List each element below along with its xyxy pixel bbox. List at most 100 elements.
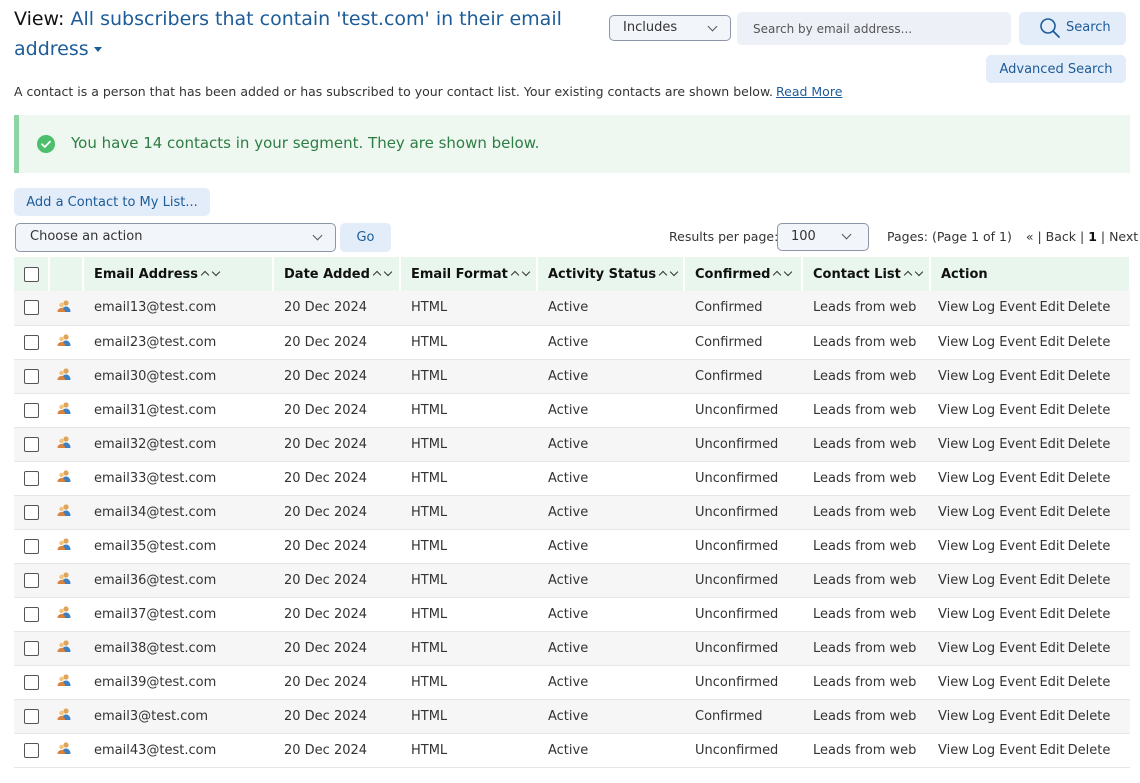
results-per-page-value[interactable]: 100 <box>791 229 816 244</box>
column-header-email-format[interactable]: Email Format <box>400 257 538 291</box>
column-header-confirmed[interactable]: Confirmed <box>684 257 803 291</box>
row-action-edit-link[interactable]: Edit <box>1039 539 1064 554</box>
row-checkbox[interactable] <box>24 504 39 520</box>
row-action-delete-link[interactable]: Delete <box>1068 675 1111 690</box>
column-label[interactable]: Activity Status <box>548 267 656 282</box>
column-header-email[interactable]: Email Address <box>83 257 274 291</box>
row-checkbox[interactable] <box>24 538 39 554</box>
segment-selector[interactable]: All subscribers that contain 'test.com' … <box>14 8 562 60</box>
row-checkbox[interactable] <box>24 640 39 656</box>
row-action-edit-link[interactable]: Edit <box>1039 505 1064 520</box>
add-contact-button[interactable]: Add a Contact to My List... <box>14 188 210 216</box>
chevron-down-icon[interactable] <box>312 230 323 241</box>
column-header-activity-status[interactable]: Activity Status <box>537 257 685 291</box>
row-action-edit-link[interactable]: Edit <box>1039 369 1064 384</box>
row-checkbox[interactable] <box>24 436 39 452</box>
row-action-view-link[interactable]: View <box>938 369 969 384</box>
caret-down-icon[interactable] <box>93 47 102 52</box>
row-action-edit-link[interactable]: Edit <box>1039 641 1064 656</box>
row-action-view-link[interactable]: View <box>938 505 969 520</box>
column-label[interactable]: Date Added <box>284 267 370 282</box>
next-page-link[interactable]: Next <box>1109 229 1138 244</box>
row-action-view-link[interactable]: View <box>938 335 969 350</box>
sort-arrows-icon[interactable] <box>658 266 682 281</box>
row-action-log-event-link[interactable]: Log Event <box>972 505 1037 520</box>
search-button-label[interactable]: Search <box>1066 20 1111 35</box>
row-checkbox[interactable] <box>24 742 39 758</box>
search-icon[interactable] <box>1039 17 1061 39</box>
row-action-log-event-link[interactable]: Log Event <box>972 335 1037 350</box>
row-action-view-link[interactable]: View <box>938 675 969 690</box>
row-action-delete-link[interactable]: Delete <box>1068 300 1111 315</box>
row-action-view-link[interactable]: View <box>938 743 969 758</box>
row-action-edit-link[interactable]: Edit <box>1039 675 1064 690</box>
sort-arrows-icon[interactable] <box>200 266 224 281</box>
row-checkbox[interactable] <box>24 708 39 724</box>
row-checkbox[interactable] <box>24 470 39 486</box>
bulk-action-select[interactable]: Choose an action <box>15 223 336 252</box>
row-checkbox[interactable] <box>24 606 39 622</box>
results-per-page-select[interactable]: 100 <box>777 223 869 251</box>
row-action-delete-link[interactable]: Delete <box>1068 539 1111 554</box>
row-checkbox[interactable] <box>24 402 39 418</box>
row-action-delete-link[interactable]: Delete <box>1068 607 1111 622</box>
go-button[interactable]: Go <box>340 223 391 252</box>
first-page-link[interactable]: « <box>1026 229 1034 244</box>
column-label[interactable]: Confirmed <box>695 267 770 282</box>
row-action-edit-link[interactable]: Edit <box>1039 300 1064 315</box>
row-checkbox[interactable] <box>24 674 39 690</box>
row-checkbox[interactable] <box>24 300 39 316</box>
row-action-edit-link[interactable]: Edit <box>1039 471 1064 486</box>
row-action-view-link[interactable]: View <box>938 573 969 588</box>
row-action-log-event-link[interactable]: Log Event <box>972 369 1037 384</box>
row-action-edit-link[interactable]: Edit <box>1039 403 1064 418</box>
row-action-edit-link[interactable]: Edit <box>1039 709 1064 724</box>
segment-name[interactable]: All subscribers that contain 'test.com' … <box>14 8 562 60</box>
row-action-log-event-link[interactable]: Log Event <box>972 675 1037 690</box>
column-label[interactable]: Email Address <box>94 267 198 282</box>
sort-arrows-icon[interactable] <box>773 266 796 281</box>
row-action-edit-link[interactable]: Edit <box>1039 743 1064 758</box>
column-header-contact-list[interactable]: Contact List <box>802 257 931 291</box>
row-action-delete-link[interactable]: Delete <box>1068 437 1111 452</box>
row-action-delete-link[interactable]: Delete <box>1068 335 1111 350</box>
row-action-edit-link[interactable]: Edit <box>1039 437 1064 452</box>
row-action-log-event-link[interactable]: Log Event <box>972 471 1037 486</box>
row-action-view-link[interactable]: View <box>938 471 969 486</box>
row-action-log-event-link[interactable]: Log Event <box>972 607 1037 622</box>
row-checkbox[interactable] <box>24 334 39 350</box>
row-action-delete-link[interactable]: Delete <box>1068 743 1111 758</box>
row-action-log-event-link[interactable]: Log Event <box>972 709 1037 724</box>
row-action-log-event-link[interactable]: Log Event <box>972 573 1037 588</box>
row-action-view-link[interactable]: View <box>938 437 969 452</box>
search-filter-select[interactable]: Includes <box>609 15 731 41</box>
row-action-log-event-link[interactable]: Log Event <box>972 641 1037 656</box>
row-action-log-event-link[interactable]: Log Event <box>972 743 1037 758</box>
row-action-view-link[interactable]: View <box>938 403 969 418</box>
row-action-view-link[interactable]: View <box>938 709 969 724</box>
row-action-log-event-link[interactable]: Log Event <box>972 403 1037 418</box>
bulk-action-value[interactable]: Choose an action <box>30 229 142 244</box>
chevron-down-icon[interactable] <box>707 21 718 32</box>
column-header-date-added[interactable]: Date Added <box>273 257 401 291</box>
search-input[interactable] <box>737 12 1011 45</box>
search-button[interactable]: Search <box>1019 12 1126 45</box>
chevron-down-icon[interactable] <box>841 229 852 240</box>
advanced-search-button[interactable]: Advanced Search <box>986 55 1126 83</box>
row-action-delete-link[interactable]: Delete <box>1068 641 1111 656</box>
back-page-link[interactable]: Back <box>1046 229 1076 244</box>
sort-arrows-icon[interactable] <box>903 266 927 281</box>
row-checkbox[interactable] <box>24 572 39 588</box>
row-action-view-link[interactable]: View <box>938 300 969 315</box>
row-checkbox[interactable] <box>24 368 39 384</box>
row-action-edit-link[interactable]: Edit <box>1039 335 1064 350</box>
row-action-log-event-link[interactable]: Log Event <box>972 539 1037 554</box>
row-action-delete-link[interactable]: Delete <box>1068 369 1111 384</box>
column-label[interactable]: Email Format <box>411 267 508 282</box>
column-label[interactable]: Contact List <box>813 267 901 282</box>
row-action-view-link[interactable]: View <box>938 607 969 622</box>
row-action-log-event-link[interactable]: Log Event <box>972 300 1037 315</box>
row-action-delete-link[interactable]: Delete <box>1068 403 1111 418</box>
sort-arrows-icon[interactable] <box>510 266 534 281</box>
row-action-delete-link[interactable]: Delete <box>1068 505 1111 520</box>
